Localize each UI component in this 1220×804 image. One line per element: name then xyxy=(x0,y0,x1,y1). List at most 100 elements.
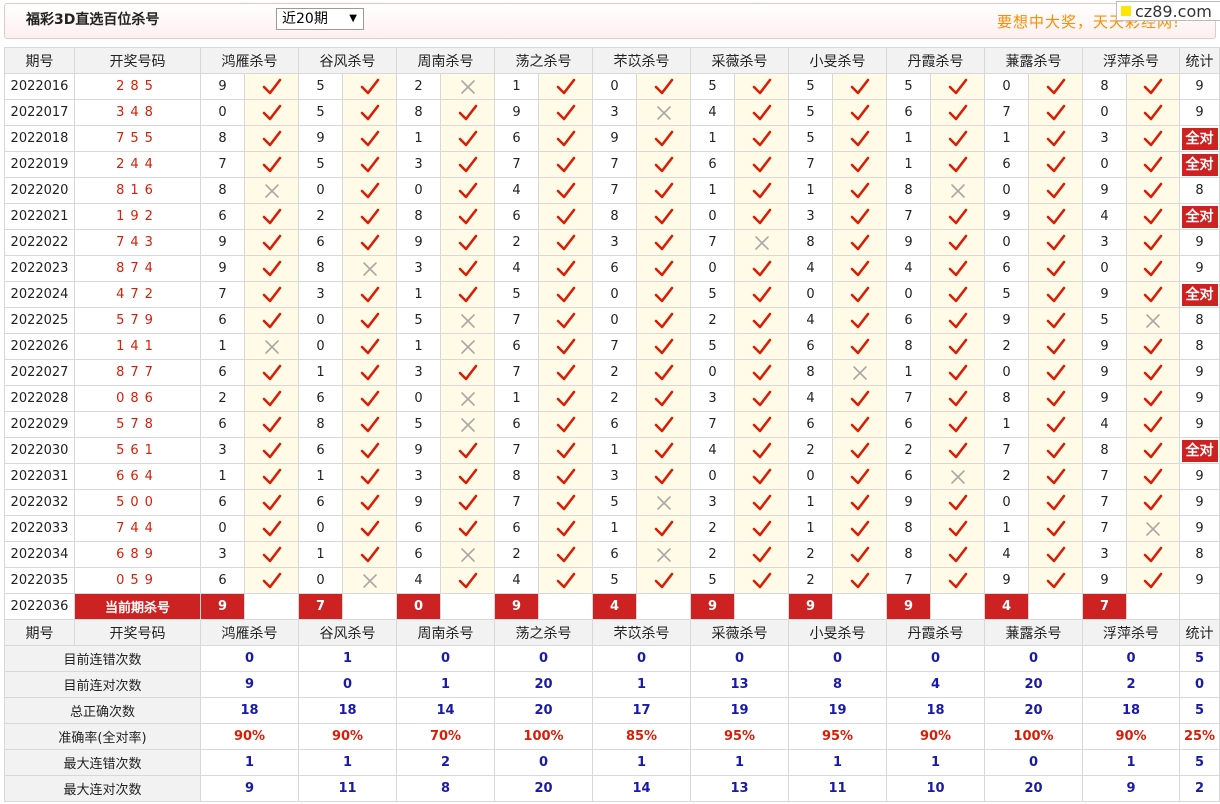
summary-label: 总正确次数 xyxy=(4,697,201,724)
check-icon xyxy=(654,520,673,536)
col-stat-header: 统计 xyxy=(1179,47,1220,74)
correct-mark xyxy=(440,229,495,256)
correct-mark xyxy=(930,359,985,386)
correct-mark xyxy=(832,411,887,438)
correct-mark xyxy=(930,333,985,360)
stat-cell: 9 xyxy=(1179,411,1220,438)
kill-number: 7 xyxy=(984,99,1029,126)
draw-numbers: 086 xyxy=(74,385,201,412)
kill-number: 8 xyxy=(886,333,931,360)
correct-mark xyxy=(930,255,985,282)
summary-value: 95% xyxy=(788,723,887,750)
kill-number: 0 xyxy=(1082,255,1127,282)
cross-icon xyxy=(264,339,279,354)
kill-number: 0 xyxy=(1082,151,1127,178)
check-icon xyxy=(262,130,281,146)
summary-stat: 25% xyxy=(1179,723,1220,750)
logo-square-icon xyxy=(1121,6,1131,16)
summary-value: 100% xyxy=(984,723,1083,750)
kill-number: 5 xyxy=(984,281,1029,308)
check-icon xyxy=(556,572,575,588)
kill-number: 3 xyxy=(396,359,441,386)
correct-mark xyxy=(1126,385,1180,412)
check-icon xyxy=(654,78,673,94)
correct-mark xyxy=(832,125,887,152)
correct-mark xyxy=(440,463,495,490)
correct-mark xyxy=(734,203,789,230)
kill-number: 6 xyxy=(298,229,343,256)
draw-numbers: 244 xyxy=(74,151,201,178)
kill-number: 0 xyxy=(200,99,245,126)
check-icon xyxy=(1046,364,1065,380)
correct-mark xyxy=(342,333,397,360)
check-icon xyxy=(1046,286,1065,302)
issue-cell: 2022029 xyxy=(4,411,75,438)
summary-label: 准确率(全对率) xyxy=(4,723,201,750)
kill-number: 7 xyxy=(886,385,931,412)
kill-number: 1 xyxy=(886,125,931,152)
check-icon xyxy=(752,390,771,406)
correct-mark xyxy=(636,411,691,438)
kill-number: 6 xyxy=(298,437,343,464)
check-icon xyxy=(1143,260,1163,276)
check-icon xyxy=(1046,390,1065,406)
kill-number: 7 xyxy=(788,151,833,178)
correct-mark xyxy=(342,489,397,516)
kill-number: 7 xyxy=(494,437,539,464)
check-icon xyxy=(654,234,673,250)
kill-number: 3 xyxy=(592,99,637,126)
check-icon xyxy=(752,182,771,198)
cross-icon xyxy=(656,495,671,510)
check-icon xyxy=(752,156,771,172)
correct-mark xyxy=(734,567,789,594)
summary-value: 11 xyxy=(298,775,397,802)
kill-number: 4 xyxy=(788,385,833,412)
all-correct-badge: 全对 xyxy=(1181,439,1218,462)
kill-number: 2 xyxy=(690,541,735,568)
summary-value: 1 xyxy=(396,671,495,698)
check-icon xyxy=(752,338,771,354)
kill-number: 5 xyxy=(298,99,343,126)
current-kill-number: 0 xyxy=(396,593,441,620)
cross-icon xyxy=(460,547,475,562)
correct-mark xyxy=(832,151,887,178)
chevron-down-icon: ▼ xyxy=(349,13,357,24)
table-row: 2022032 500 6 6 9 7 5 3 1 9 0 7 9 xyxy=(4,489,1220,516)
kill-number: 2 xyxy=(886,437,931,464)
kill-number: 2 xyxy=(298,203,343,230)
check-icon xyxy=(1143,364,1163,380)
check-icon xyxy=(556,364,575,380)
correct-mark xyxy=(832,177,887,204)
kill-number: 7 xyxy=(886,203,931,230)
correct-mark xyxy=(1126,255,1180,282)
site-logo[interactable]: cz89.com xyxy=(1116,1,1220,21)
correct-mark xyxy=(1028,567,1083,594)
kill-number: 0 xyxy=(788,281,833,308)
check-icon xyxy=(262,208,281,224)
period-select[interactable]: 近20期 ▼ xyxy=(276,8,364,30)
check-icon xyxy=(360,442,379,458)
expert-header: 荡之杀号 xyxy=(494,47,593,74)
table-row: 2022017 348 0 5 8 9 3 4 5 6 7 0 9 xyxy=(4,99,1220,126)
check-icon xyxy=(262,364,281,380)
kill-number: 4 xyxy=(1082,411,1127,438)
kill-number: 5 xyxy=(690,73,735,100)
issue-cell: 2022036 xyxy=(4,593,75,620)
check-icon xyxy=(948,546,967,562)
kill-number: 0 xyxy=(592,73,637,100)
col-stat-header: 统计 xyxy=(1179,619,1220,646)
check-icon xyxy=(1046,260,1065,276)
kill-number: 0 xyxy=(690,463,735,490)
kill-number: 0 xyxy=(200,515,245,542)
check-icon xyxy=(752,468,771,484)
kill-number: 5 xyxy=(690,333,735,360)
kill-number: 1 xyxy=(788,515,833,542)
correct-mark xyxy=(1028,125,1083,152)
draw-numbers: 664 xyxy=(74,463,201,490)
stat-cell: 全对 xyxy=(1179,151,1220,178)
correct-mark xyxy=(930,541,985,568)
kill-number: 9 xyxy=(298,125,343,152)
kill-number: 1 xyxy=(690,125,735,152)
expert-header: 浮萍杀号 xyxy=(1082,619,1180,646)
stat-cell: 9 xyxy=(1179,229,1220,256)
